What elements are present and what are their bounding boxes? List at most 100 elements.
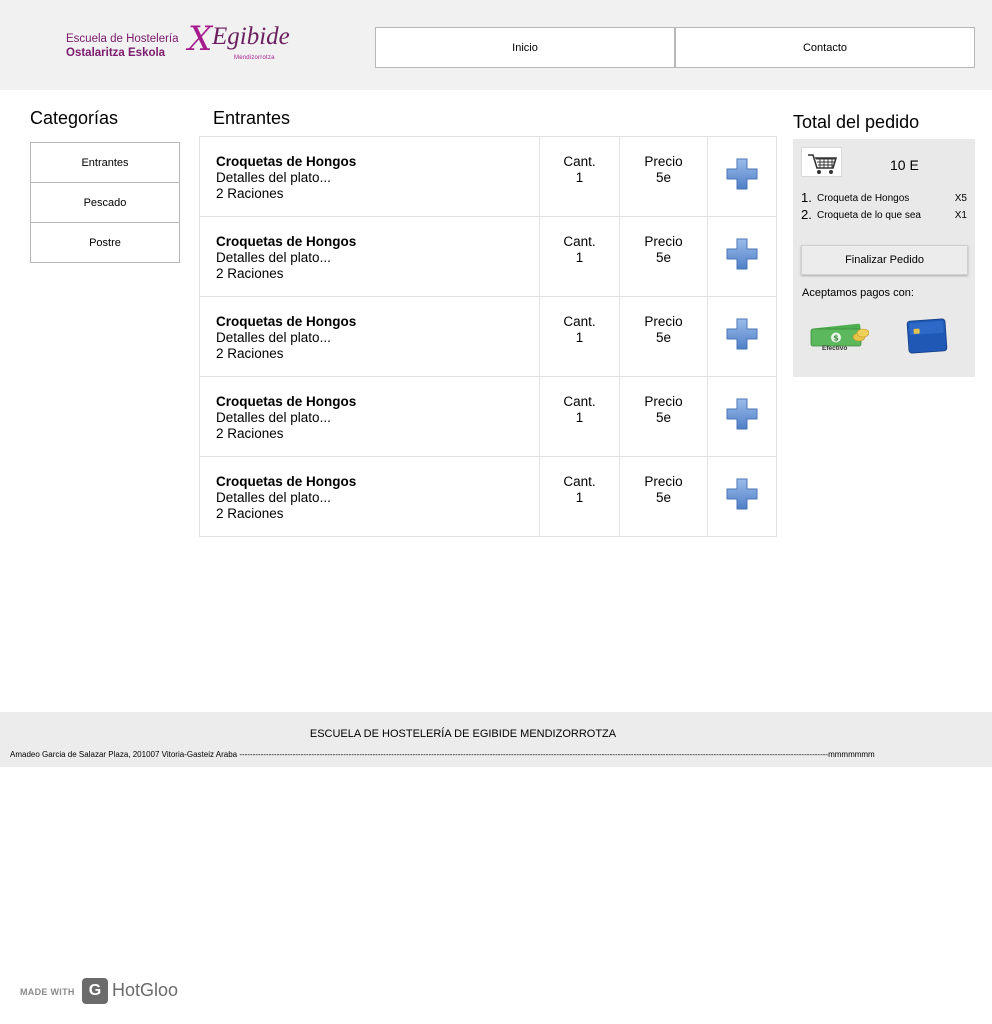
- product-info: Croquetas de Hongos Detalles del plato..…: [200, 137, 540, 217]
- price-value: 5e: [655, 490, 672, 505]
- product-price: Precio 5e: [620, 377, 708, 457]
- svg-text:$: $: [833, 334, 839, 343]
- header: Escuela de Hostelería Ostalaritza Eskola…: [0, 0, 992, 90]
- product-add-cell: [708, 457, 777, 537]
- product-table: Croquetas de Hongos Detalles del plato..…: [199, 136, 777, 537]
- plus-icon[interactable]: [725, 477, 759, 511]
- quantity-label: Cant.: [563, 314, 596, 329]
- product-portions: 2 Raciones: [216, 506, 284, 521]
- plus-icon[interactable]: [725, 237, 759, 271]
- product-portions: 2 Raciones: [216, 186, 284, 201]
- logo-x-mark: X: [188, 19, 213, 59]
- product-details: Detalles del plato...: [216, 490, 331, 505]
- product-name: Croquetas de Hongos: [216, 234, 357, 249]
- product-quantity: Cant. 1: [540, 137, 620, 217]
- price-label: Precio: [644, 154, 683, 169]
- category-entrantes-button[interactable]: Entrantes: [30, 142, 180, 183]
- badge-brand: HotGloo: [112, 980, 179, 1000]
- order-item-qty: X1: [954, 210, 967, 221]
- shopping-cart-icon[interactable]: [801, 147, 842, 177]
- order-item-number: 1.: [801, 190, 812, 205]
- order-item: 1. Croqueta de Hongos X5: [801, 190, 967, 208]
- quantity-label: Cant.: [563, 394, 596, 409]
- quantity-value[interactable]: 1: [540, 330, 619, 346]
- product-details: Detalles del plato...: [216, 330, 331, 345]
- product-info: Croquetas de Hongos Detalles del plato..…: [200, 297, 540, 377]
- order-item-name: Croqueta de Hongos: [817, 193, 910, 204]
- product-info: Croquetas de Hongos Detalles del plato..…: [200, 457, 540, 537]
- product-row: Croquetas de Hongos Detalles del plato..…: [200, 217, 777, 297]
- finish-order-button[interactable]: Finalizar Pedido: [801, 245, 968, 275]
- category-postre-button[interactable]: Postre: [30, 222, 180, 263]
- price-value: 5e: [655, 410, 672, 425]
- category-pescado-button[interactable]: Pescado: [30, 182, 180, 223]
- price-label: Precio: [644, 234, 683, 249]
- product-info: Croquetas de Hongos Detalles del plato..…: [200, 217, 540, 297]
- price-value: 5e: [655, 170, 672, 185]
- product-row: Croquetas de Hongos Detalles del plato..…: [200, 457, 777, 537]
- product-portions: 2 Raciones: [216, 346, 284, 361]
- credit-card-icon: [906, 318, 948, 354]
- product-price: Precio 5e: [620, 457, 708, 537]
- price-value: 5e: [655, 250, 672, 265]
- footer: ESCUELA DE HOSTELERÍA DE EGIBIDE MENDIZO…: [0, 712, 992, 767]
- page: Escuela de Hostelería Ostalaritza Eskola…: [0, 0, 992, 1024]
- product-name: Croquetas de Hongos: [216, 394, 357, 409]
- logo-sub: Mendizorrotza: [234, 55, 275, 61]
- nav-inicio-button[interactable]: Inicio: [375, 27, 675, 68]
- logo-brand: Egibide: [212, 23, 290, 50]
- logo-line2: Ostalaritza Eskola: [66, 47, 166, 59]
- product-details: Detalles del plato...: [216, 170, 331, 185]
- plus-icon[interactable]: [725, 397, 759, 431]
- made-with-badge[interactable]: MADE WITH G HotGloo: [20, 978, 180, 1004]
- logo-line1: Escuela de Hostelería: [66, 33, 179, 45]
- product-quantity: Cant. 1: [540, 377, 620, 457]
- plus-icon[interactable]: [725, 157, 759, 191]
- badge-made-with: MADE WITH: [20, 987, 75, 997]
- product-info: Croquetas de Hongos Detalles del plato..…: [200, 377, 540, 457]
- quantity-label: Cant.: [563, 154, 596, 169]
- quantity-value[interactable]: 1: [540, 410, 619, 426]
- payments-label: Aceptamos pagos con:: [802, 287, 914, 299]
- footer-address: Amadeo Garcia de Salazar Plaza, 201007 V…: [10, 750, 875, 759]
- nav-contacto-button[interactable]: Contacto: [675, 27, 975, 68]
- price-label: Precio: [644, 474, 683, 489]
- product-name: Croquetas de Hongos: [216, 474, 357, 489]
- product-add-cell: [708, 137, 777, 217]
- order-item-number: 2.: [801, 207, 812, 222]
- section-title: Entrantes: [213, 108, 291, 128]
- product-name: Croquetas de Hongos: [216, 314, 357, 329]
- footer-title: ESCUELA DE HOSTELERÍA DE EGIBIDE MENDIZO…: [309, 728, 617, 740]
- quantity-label: Cant.: [563, 474, 596, 489]
- product-quantity: Cant. 1: [540, 297, 620, 377]
- product-name: Croquetas de Hongos: [216, 154, 357, 169]
- product-add-cell: [708, 377, 777, 457]
- product-portions: 2 Raciones: [216, 426, 284, 441]
- egibide-logo[interactable]: Escuela de Hostelería Ostalaritza Eskola…: [66, 19, 290, 68]
- price-value: 5e: [655, 330, 672, 345]
- price-label: Precio: [644, 394, 683, 409]
- product-quantity: Cant. 1: [540, 457, 620, 537]
- hotgloo-logo-icon: G: [82, 978, 108, 1004]
- quantity-label: Cant.: [563, 234, 596, 249]
- product-quantity: Cant. 1: [540, 217, 620, 297]
- order-panel: 10 E 1. Croqueta de Hongos X5 2. Croquet…: [793, 139, 975, 377]
- product-details: Detalles del plato...: [216, 410, 331, 425]
- categories-title: Categorías: [30, 108, 119, 128]
- product-price: Precio 5e: [620, 217, 708, 297]
- product-row: Croquetas de Hongos Detalles del plato..…: [200, 297, 777, 377]
- product-add-cell: [708, 217, 777, 297]
- order-total: 10 E: [890, 157, 919, 173]
- cash-label: Efectivo: [822, 345, 848, 352]
- product-row: Croquetas de Hongos Detalles del plato..…: [200, 377, 777, 457]
- product-price: Precio 5e: [620, 137, 708, 217]
- quantity-value[interactable]: 1: [540, 490, 619, 506]
- product-details: Detalles del plato...: [216, 250, 331, 265]
- quantity-value[interactable]: 1: [540, 250, 619, 266]
- order-item-qty: X5: [954, 193, 967, 204]
- quantity-value[interactable]: 1: [540, 170, 619, 186]
- plus-icon[interactable]: [725, 317, 759, 351]
- price-label: Precio: [644, 314, 683, 329]
- order-item: 2. Croqueta de lo que sea X1: [801, 207, 967, 225]
- order-item-name: Croqueta de lo que sea: [817, 210, 921, 221]
